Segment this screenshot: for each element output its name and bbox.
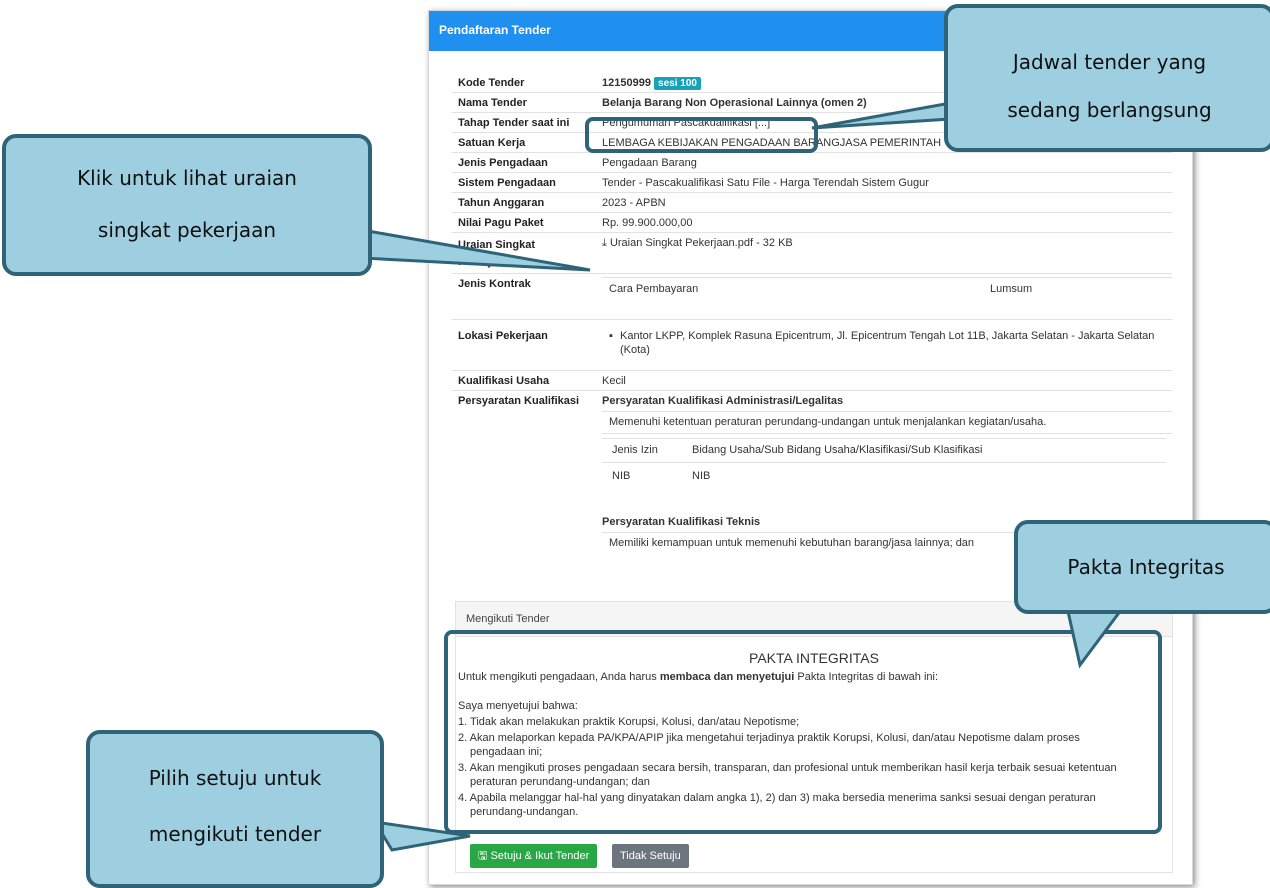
callout-uraian-line-2: singkat pekerjaan bbox=[97, 218, 277, 242]
callout-uraian-line-1: Klik untuk lihat uraian bbox=[77, 166, 297, 190]
callout-pilih-line-2: mengikuti tender bbox=[148, 822, 322, 846]
pointer-setuju bbox=[372, 820, 471, 852]
callout-pilih-line-1: Pilih setuju untuk bbox=[148, 766, 322, 790]
callout-pakta-text: Pakta Integritas bbox=[1067, 555, 1225, 579]
callout-pakta-integritas: Pakta Integritas bbox=[1014, 520, 1270, 614]
callout-jadwal-line-1: Jadwal tender yang bbox=[1012, 50, 1207, 74]
pointer-uraian bbox=[360, 228, 591, 272]
callout-pilih-setuju: Pilih setuju untuk mengikuti tender bbox=[86, 730, 384, 888]
callout-jadwal-tender: Jadwal tender yang sedang berlangsung bbox=[944, 4, 1270, 152]
callout-jadwal-line-2: sedang berlangsung bbox=[1007, 98, 1212, 122]
callout-uraian-singkat: Klik untuk lihat uraian singkat pekerjaa… bbox=[2, 134, 372, 276]
